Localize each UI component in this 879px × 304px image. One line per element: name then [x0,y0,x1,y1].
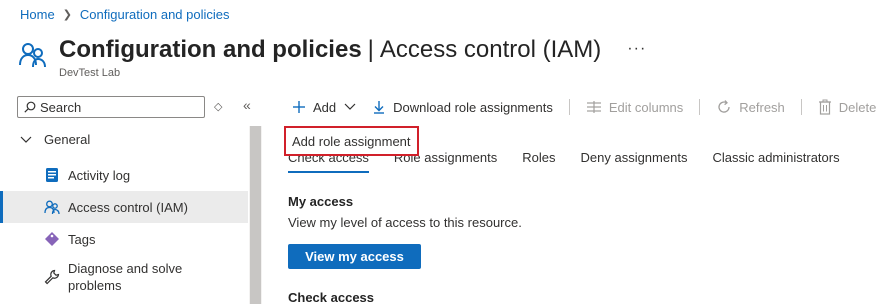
sidebar-scrollbar[interactable] [249,126,262,304]
trash-icon [818,99,831,115]
chevron-down-icon [20,136,32,143]
view-my-access-button[interactable]: View my access [288,244,421,269]
delete-button[interactable]: Delete [818,99,877,115]
refresh-icon [718,100,730,113]
sidebar-item-label: Access control (IAM) [68,199,188,215]
sidebar-item-label: Tags [68,231,96,247]
sidebar: Search ◇ « General Activity log Access c… [0,92,262,304]
edit-columns-label: Edit columns [608,99,684,115]
sidebar-item-diagnose[interactable]: Diagnose and solve problems [0,259,248,295]
scrollbar-thumb[interactable] [250,126,261,304]
refresh-label: Refresh [739,99,785,115]
menu-item-label: Add role assignment [292,133,411,149]
tab-roles[interactable]: Roles [522,150,555,173]
collapse-sidebar-icon[interactable]: « [243,97,251,113]
toolbar-divider [568,99,570,115]
page-header: Configuration and policies | Access cont… [18,36,646,79]
download-role-assignments-button[interactable]: Download role assignments [372,100,553,115]
plus-icon [293,101,305,113]
delete-label: Delete [838,99,877,115]
sidebar-item-label: Activity log [68,167,131,183]
sidebar-item-tags[interactable]: Tags [0,223,248,255]
tab-deny-assignments[interactable]: Deny assignments [581,150,688,173]
my-access-heading: My access [288,194,354,209]
activity-log-icon [44,167,60,183]
edit-columns-button[interactable]: Edit columns [586,100,683,115]
tab-classic-administrators[interactable]: Classic administrators [712,150,839,173]
check-access-heading: Check access [288,290,375,304]
breadcrumb: Home ❯ Configuration and policies [20,7,230,22]
sidebar-item-activity-log[interactable]: Activity log [0,159,248,191]
chevron-down-icon [344,103,356,110]
refresh-button[interactable]: Refresh [716,99,785,115]
nav-group-label: General [44,132,91,147]
sidebar-item-label: Diagnose and solve problems [68,261,183,293]
add-role-assignment-menu-item[interactable]: Add role assignment [284,126,419,156]
download-icon [374,101,385,114]
search-input[interactable]: Search [17,96,205,118]
title-separator: | [367,36,374,63]
toolbar-divider [699,99,701,115]
page-section-title: Access control (IAM) [379,36,602,63]
breadcrumb-home[interactable]: Home [20,7,55,22]
breadcrumb-configuration[interactable]: Configuration and policies [80,7,230,22]
toolbar-divider [800,99,802,115]
add-label: Add [313,99,337,115]
search-icon [24,101,36,113]
search-placeholder: Search [40,99,82,115]
nav-group-general[interactable]: General [20,132,90,147]
page-subtitle: DevTest Lab [59,67,121,79]
chevron-right-icon: ❯ [62,9,72,21]
more-options-button[interactable]: ··· [627,40,646,58]
add-button[interactable]: Add [292,100,356,115]
sort-icon[interactable]: ◇ [214,100,222,113]
my-access-description: View my level of access to this resource… [288,215,522,230]
users-icon [44,199,60,215]
download-label: Download role assignments [393,99,553,115]
columns-icon [586,101,601,113]
users-icon [19,43,46,68]
sidebar-item-access-control[interactable]: Access control (IAM) [0,191,248,223]
page-title: Configuration and policies [59,36,362,63]
tag-icon [44,231,60,247]
wrench-icon [44,269,60,285]
command-bar: Add Download role assignments Edit colum… [292,96,879,118]
